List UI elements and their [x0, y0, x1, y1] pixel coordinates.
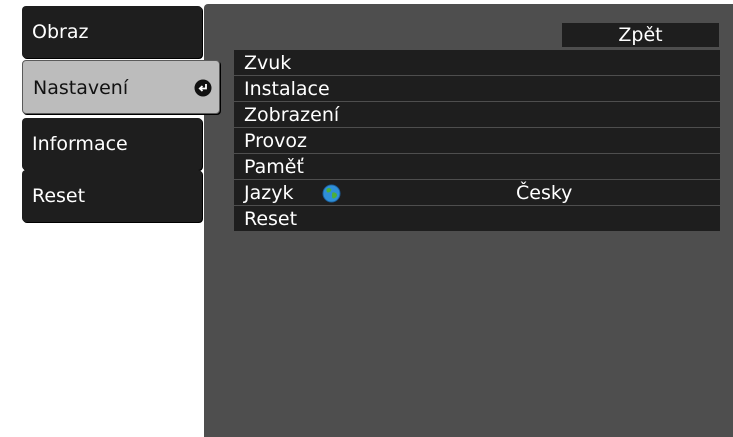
globe-icon: [322, 184, 341, 203]
menu-item-label: Jazyk: [244, 182, 294, 204]
tab-label: Reset: [32, 185, 86, 207]
tab-label: Obraz: [32, 21, 89, 43]
menu-item-label: Reset: [244, 208, 298, 230]
menu-item-zvuk[interactable]: Zvuk: [234, 50, 720, 76]
menu-item-label: Instalace: [244, 78, 330, 100]
tab-nastaveni[interactable]: Nastavení: [22, 60, 220, 114]
tab-obraz[interactable]: Obraz: [22, 6, 202, 58]
tab-label: Nastavení: [33, 77, 129, 99]
menu-item-reset[interactable]: Reset: [234, 206, 720, 232]
menu-item-instalace[interactable]: Instalace: [234, 76, 720, 102]
tab-informace[interactable]: Informace: [22, 118, 202, 170]
language-value: Česky: [516, 182, 573, 204]
projector-menu: Obraz Nastavení Informace Reset Zpět Zvu…: [0, 0, 733, 437]
menu-item-pamet[interactable]: Paměť: [234, 154, 720, 180]
tab-label: Informace: [32, 133, 128, 155]
menu-item-zobrazeni[interactable]: Zobrazení: [234, 102, 720, 128]
menu-item-jazyk[interactable]: Jazyk Česky: [234, 180, 720, 206]
menu-item-provoz[interactable]: Provoz: [234, 128, 720, 154]
settings-menu: Zvuk Instalace Zobrazení Provoz Paměť Ja…: [234, 50, 720, 232]
enter-icon: [194, 79, 212, 97]
menu-item-label: Paměť: [244, 156, 304, 178]
menu-item-label: Zvuk: [244, 52, 292, 74]
back-button[interactable]: Zpět: [562, 23, 719, 47]
tab-reset[interactable]: Reset: [22, 170, 202, 222]
menu-item-label: Provoz: [244, 130, 307, 152]
menu-item-label: Zobrazení: [244, 104, 340, 126]
